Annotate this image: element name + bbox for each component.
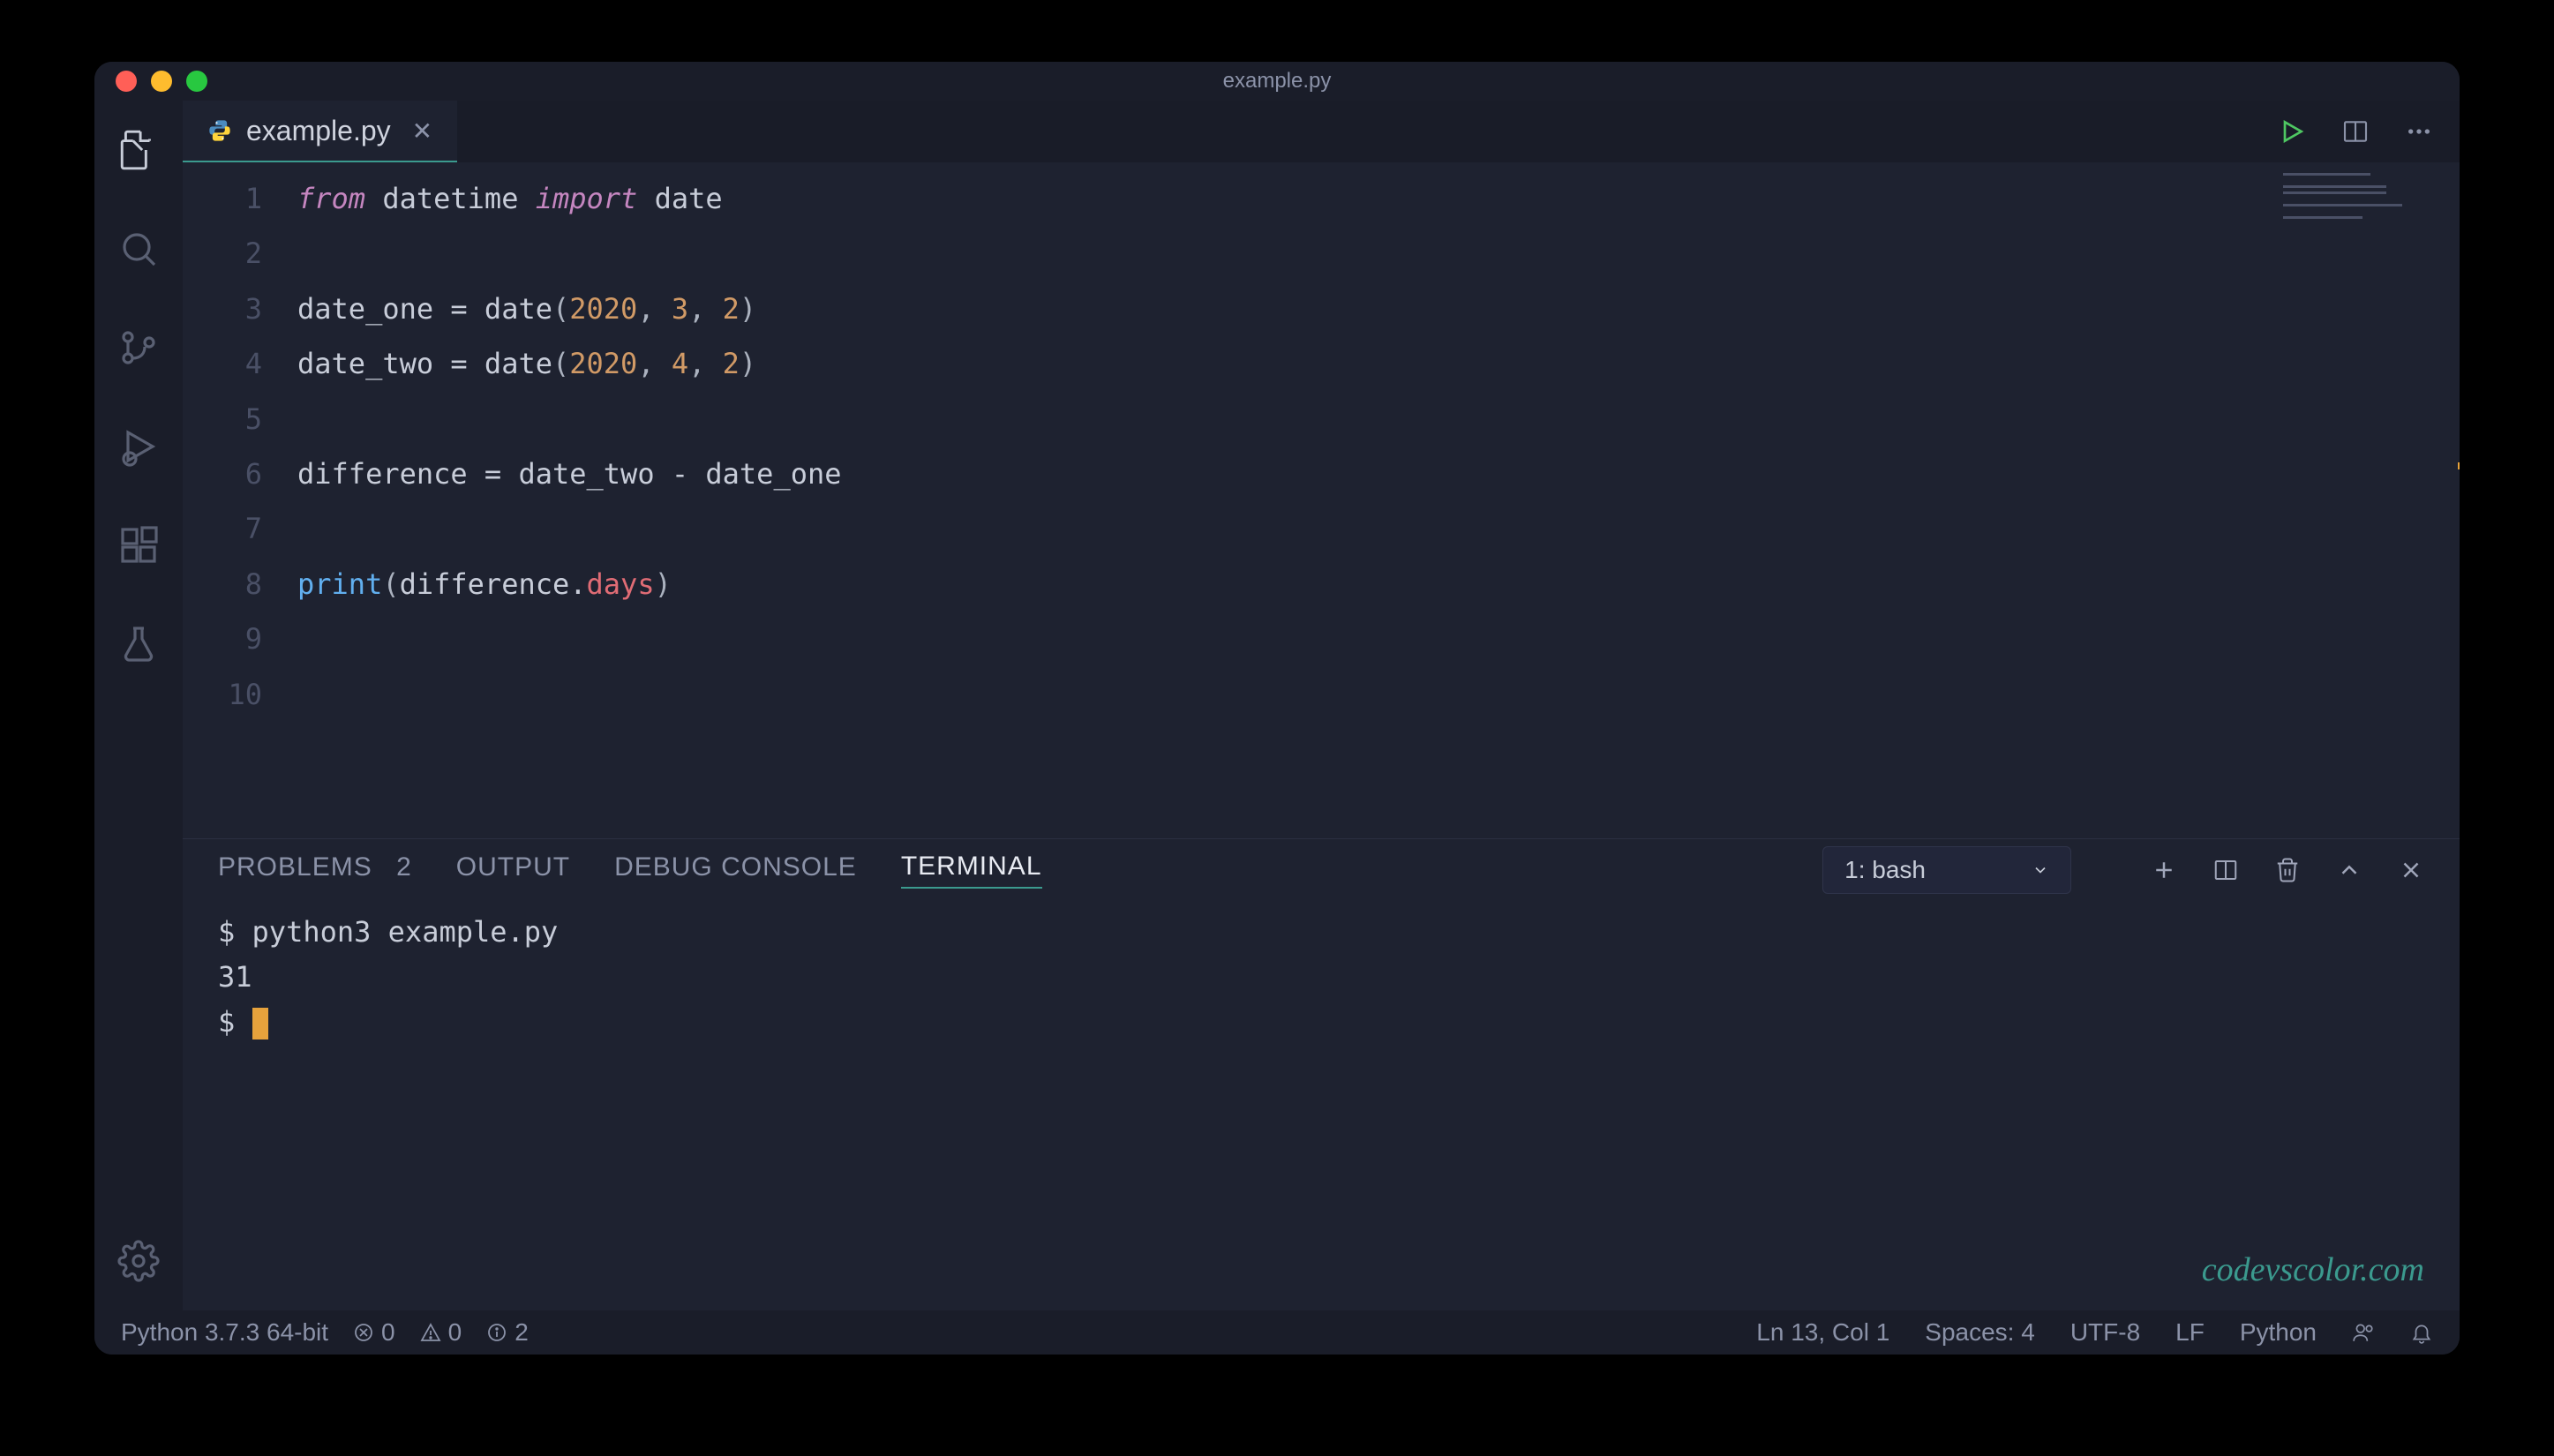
status-warnings[interactable]: 0 xyxy=(420,1318,462,1347)
warning-icon xyxy=(420,1322,441,1343)
maximize-panel-icon[interactable] xyxy=(2336,857,2362,883)
problems-count: 2 xyxy=(396,852,412,882)
line-number: 7 xyxy=(183,501,262,556)
window-title: example.py xyxy=(1223,69,1332,94)
terminal-cursor xyxy=(252,1008,268,1039)
activity-bar xyxy=(94,101,183,1310)
run-debug-icon[interactable] xyxy=(116,424,162,469)
status-interpreter[interactable]: Python 3.7.3 64-bit xyxy=(121,1318,328,1347)
maximize-window-button[interactable] xyxy=(186,71,207,92)
status-eol[interactable]: LF xyxy=(2175,1318,2205,1347)
kill-terminal-icon[interactable] xyxy=(2274,857,2301,883)
terminal-selector[interactable]: 1: bash xyxy=(1822,846,2071,894)
status-cursor-position[interactable]: Ln 13, Col 1 xyxy=(1756,1318,1889,1347)
minimap-marker xyxy=(2458,462,2460,469)
terminal-selector-label: 1: bash xyxy=(1844,856,1926,884)
chevron-down-icon xyxy=(2032,861,2049,879)
tab-problems[interactable]: PROBLEMS 2 xyxy=(218,852,412,888)
line-number: 10 xyxy=(183,667,262,722)
settings-gear-icon[interactable] xyxy=(116,1238,162,1284)
source-control-icon[interactable] xyxy=(116,325,162,371)
status-errors[interactable]: 0 xyxy=(353,1318,395,1347)
testing-icon[interactable] xyxy=(116,621,162,667)
terminal[interactable]: $ python3 example.py 31 $ codevscolor.co… xyxy=(183,901,2460,1310)
line-number: 3 xyxy=(183,281,262,336)
line-number: 5 xyxy=(183,392,262,447)
terminal-prompt: $ xyxy=(218,1000,2424,1045)
status-info[interactable]: 2 xyxy=(486,1318,529,1347)
line-number: 9 xyxy=(183,612,262,666)
editor-window: example.py xyxy=(94,62,2460,1355)
minimize-window-button[interactable] xyxy=(151,71,172,92)
line-number: 8 xyxy=(183,557,262,612)
status-language[interactable]: Python xyxy=(2240,1318,2317,1347)
terminal-line: 31 xyxy=(218,955,2424,1000)
tabs-row: example.py ✕ xyxy=(183,101,2460,162)
tab-example-py[interactable]: example.py ✕ xyxy=(183,101,457,162)
watermark: codevscolor.com xyxy=(2202,1243,2424,1297)
more-actions-icon[interactable] xyxy=(2405,117,2433,146)
notifications-icon[interactable] xyxy=(2410,1321,2433,1344)
search-icon[interactable] xyxy=(116,226,162,272)
status-bar: Python 3.7.3 64-bit 0 0 2 Ln 13, Col 1 S… xyxy=(94,1310,2460,1355)
line-gutter: 1 2 3 4 5 6 7 8 9 10 xyxy=(183,162,297,838)
titlebar: example.py xyxy=(94,62,2460,101)
extensions-icon[interactable] xyxy=(116,522,162,568)
status-encoding[interactable]: UTF-8 xyxy=(2070,1318,2140,1347)
tab-label: example.py xyxy=(246,115,391,147)
tab-debug-console[interactable]: DEBUG CONSOLE xyxy=(614,852,857,888)
feedback-icon[interactable] xyxy=(2352,1321,2375,1344)
line-number: 6 xyxy=(183,447,262,501)
close-panel-icon[interactable] xyxy=(2398,857,2424,883)
error-icon xyxy=(353,1322,374,1343)
new-terminal-icon[interactable] xyxy=(2151,857,2177,883)
info-icon xyxy=(486,1322,507,1343)
line-number: 4 xyxy=(183,336,262,391)
status-indentation[interactable]: Spaces: 4 xyxy=(1925,1318,2035,1347)
tab-close-icon[interactable]: ✕ xyxy=(412,116,432,146)
code-editor[interactable]: 1 2 3 4 5 6 7 8 9 10 from datetime impor… xyxy=(183,162,2460,838)
python-file-icon xyxy=(207,118,232,143)
minimap[interactable] xyxy=(2283,173,2442,226)
line-number: 2 xyxy=(183,226,262,281)
tab-terminal[interactable]: TERMINAL xyxy=(901,852,1042,889)
terminal-line: $ python3 example.py xyxy=(218,910,2424,955)
tab-problems-label: PROBLEMS xyxy=(218,852,372,882)
line-number: 1 xyxy=(183,171,262,226)
code-content[interactable]: from datetime import date date_one = dat… xyxy=(297,162,2460,838)
close-window-button[interactable] xyxy=(116,71,137,92)
split-editor-icon[interactable] xyxy=(2341,117,2370,146)
editor-group: example.py ✕ 1 xyxy=(183,101,2460,1310)
editor-actions xyxy=(2278,101,2433,162)
panel-tabs: PROBLEMS 2 OUTPUT DEBUG CONSOLE TERMINAL… xyxy=(183,839,2460,901)
main-area: example.py ✕ 1 xyxy=(94,101,2460,1310)
run-file-icon[interactable] xyxy=(2278,117,2306,146)
bottom-panel: PROBLEMS 2 OUTPUT DEBUG CONSOLE TERMINAL… xyxy=(183,838,2460,1310)
tab-output[interactable]: OUTPUT xyxy=(456,852,570,888)
split-terminal-icon[interactable] xyxy=(2212,857,2239,883)
traffic-lights xyxy=(116,71,207,92)
explorer-icon[interactable] xyxy=(116,127,162,173)
